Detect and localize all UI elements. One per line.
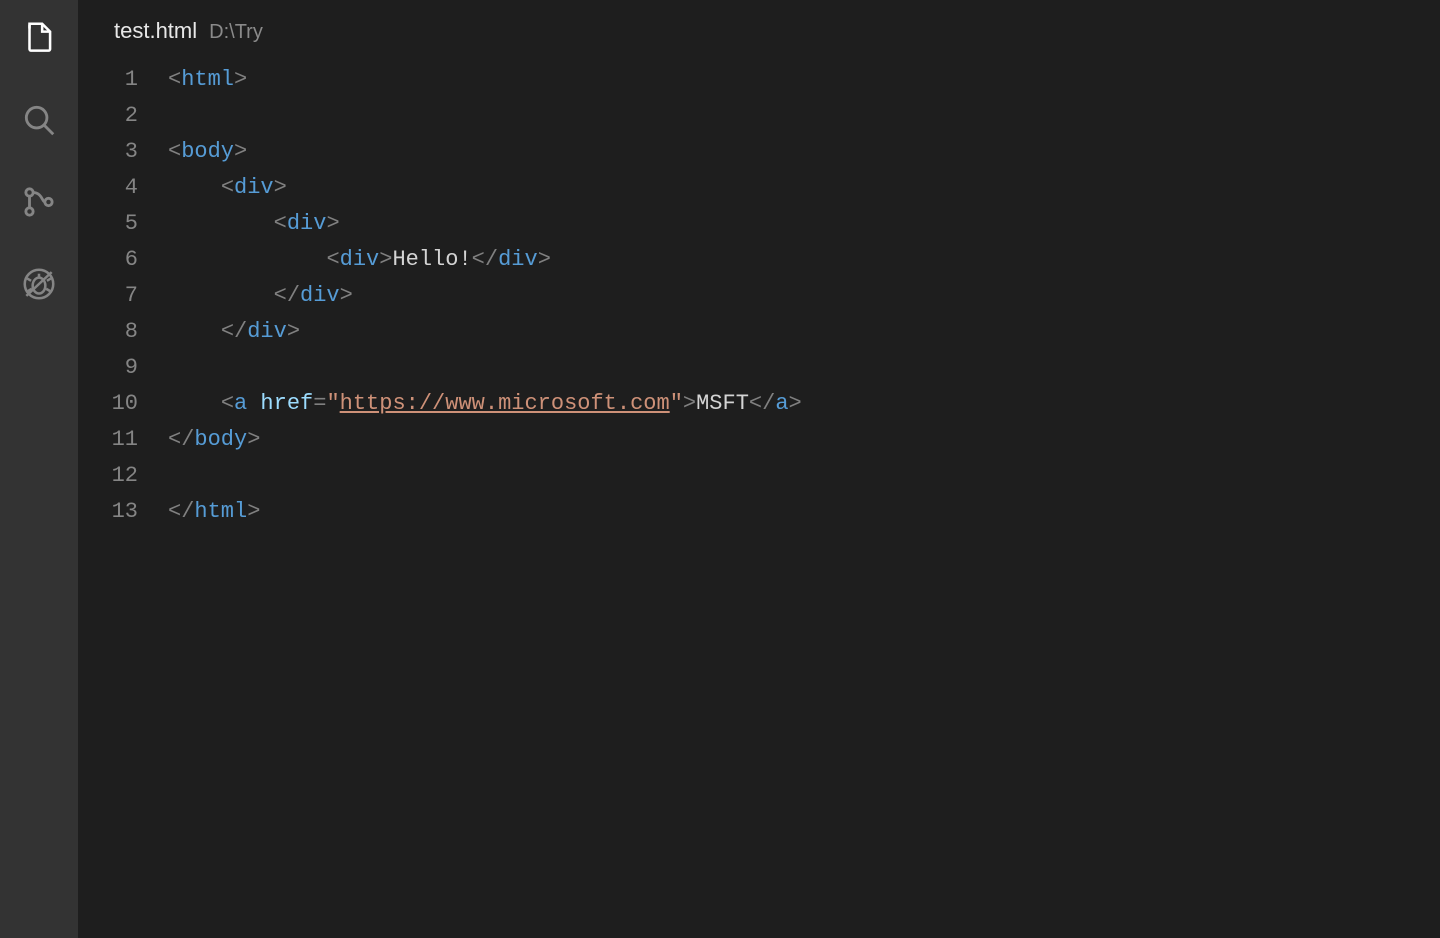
code-area[interactable]: 12345678910111213 <html> <body> <div> <d… <box>78 62 1440 938</box>
line-number: 4 <box>78 170 138 206</box>
line-number: 5 <box>78 206 138 242</box>
line-number: 2 <box>78 98 138 134</box>
line-number: 12 <box>78 458 138 494</box>
code-line[interactable]: <a href="https://www.microsoft.com">MSFT… <box>168 386 1440 422</box>
line-number: 1 <box>78 62 138 98</box>
activity-bar <box>0 0 78 938</box>
line-number: 13 <box>78 494 138 530</box>
code-line[interactable]: <div> <box>168 170 1440 206</box>
line-number: 3 <box>78 134 138 170</box>
code-line[interactable]: </html> <box>168 494 1440 530</box>
code-line[interactable] <box>168 350 1440 386</box>
code-line[interactable]: </div> <box>168 314 1440 350</box>
line-number: 8 <box>78 314 138 350</box>
line-number: 11 <box>78 422 138 458</box>
editor-pane: test.html D:\Try 12345678910111213 <html… <box>78 0 1440 938</box>
code-line[interactable] <box>168 98 1440 134</box>
line-number: 6 <box>78 242 138 278</box>
code-line[interactable]: <body> <box>168 134 1440 170</box>
code-content[interactable]: <html> <body> <div> <div> <div>Hello!</d… <box>168 62 1440 938</box>
line-number: 9 <box>78 350 138 386</box>
files-icon[interactable] <box>15 14 63 62</box>
editor-tab[interactable]: test.html D:\Try <box>78 0 1440 62</box>
code-line[interactable]: <div>Hello!</div> <box>168 242 1440 278</box>
editor-tab-path: D:\Try <box>209 21 263 44</box>
code-line[interactable]: </div> <box>168 278 1440 314</box>
editor-tab-filename: test.html <box>114 18 197 44</box>
search-icon[interactable] <box>15 96 63 144</box>
code-line[interactable]: <div> <box>168 206 1440 242</box>
line-number-gutter: 12345678910111213 <box>78 62 168 938</box>
scm-icon[interactable] <box>15 178 63 226</box>
code-line[interactable]: </body> <box>168 422 1440 458</box>
debug-icon[interactable] <box>15 260 63 308</box>
code-line[interactable]: <html> <box>168 62 1440 98</box>
line-number: 7 <box>78 278 138 314</box>
code-line[interactable] <box>168 458 1440 494</box>
line-number: 10 <box>78 386 138 422</box>
